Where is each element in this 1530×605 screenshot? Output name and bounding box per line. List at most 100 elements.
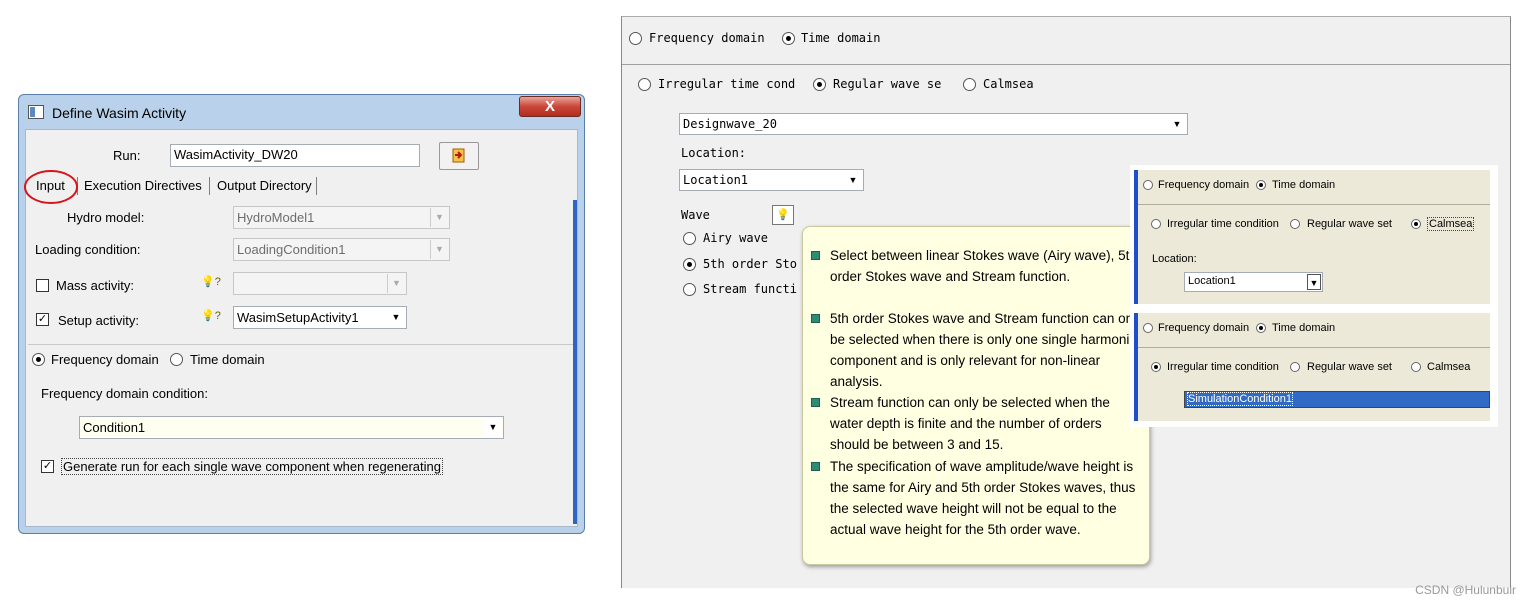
hint-bulb-icon[interactable]: 💡?: [201, 309, 221, 322]
inset1-calmsea-label: Calmsea: [1427, 217, 1475, 231]
wave-set-select[interactable]: Designwave_20 ▼: [679, 113, 1188, 135]
tab-strip: Input Execution Directives Output Direct…: [26, 174, 579, 196]
section-divider: [1138, 347, 1490, 348]
generate-run-label: Generate run for each single wave compon…: [61, 458, 443, 475]
stream-function-label: Stream functi: [703, 282, 797, 296]
tooltip-text: Select between linear Stokes wave (Airy …: [830, 248, 1137, 284]
dialog-title: Define Wasim Activity: [52, 105, 187, 121]
mid-calmsea-radio[interactable]: [963, 78, 976, 91]
inset1-irregular-radio[interactable]: [1151, 219, 1161, 229]
airy-wave-radio[interactable]: [683, 232, 696, 245]
inset1-time-label: Time domain: [1272, 179, 1336, 191]
close-button[interactable]: X: [519, 96, 581, 117]
mid-irregular-label: Irregular time cond: [658, 77, 796, 91]
tooltip-text: Stream function can only be selected whe…: [830, 395, 1110, 452]
inset1-time-radio[interactable]: [1256, 180, 1266, 190]
inset2-calmsea-radio[interactable]: [1411, 362, 1421, 372]
inset2-frequency-label: Frequency domain: [1158, 322, 1250, 334]
inset1-frequency-label: Frequency domain: [1158, 179, 1250, 191]
inset2-time-radio[interactable]: [1256, 323, 1266, 333]
wave-set-value: Designwave_20: [683, 117, 777, 131]
run-label: Run:: [113, 148, 141, 163]
wave-help-tooltip: Select between linear Stokes wave (Airy …: [802, 226, 1150, 565]
run-input[interactable]: WasimActivity_DW20: [170, 144, 420, 167]
tooltip-item: 5th order Stokes wave and Stream functio…: [811, 308, 1145, 392]
mass-activity-checkbox[interactable]: [36, 279, 49, 292]
frequency-domain-radio[interactable]: [32, 353, 45, 366]
inset1-frequency-radio[interactable]: [1143, 180, 1153, 190]
inset2-irregular-radio[interactable]: [1151, 362, 1161, 372]
chevron-down-icon: ▼: [430, 208, 448, 227]
tab-execution-directives[interactable]: Execution Directives: [80, 174, 206, 196]
hint-bulb-icon[interactable]: 💡: [772, 205, 794, 225]
document-arrow-icon: [452, 148, 465, 163]
inset1-regular-label: Regular wave set: [1307, 218, 1392, 230]
tab-separator: [209, 177, 210, 195]
chevron-down-icon: ▼: [430, 240, 448, 259]
app-window-icon: [28, 105, 44, 119]
inset2-regular-radio[interactable]: [1290, 362, 1300, 372]
hydro-model-value: HydroModel1: [237, 210, 315, 225]
bullet-icon: [811, 398, 820, 407]
frequency-domain-label: Frequency domain: [51, 352, 159, 367]
freq-condition-select[interactable]: Condition1 ▼: [79, 416, 504, 439]
setup-activity-checkbox[interactable]: ✓: [36, 313, 49, 326]
stream-function-radio[interactable]: [683, 283, 696, 296]
tooltip-item: The specification of wave amplitude/wave…: [811, 456, 1145, 540]
inset1-regular-radio[interactable]: [1290, 219, 1300, 229]
section-divider: [1138, 204, 1490, 205]
hydro-model-label: Hydro model:: [67, 210, 145, 225]
section-divider: [622, 64, 1510, 65]
location-label: Location:: [681, 146, 747, 160]
tooltip-item: Select between linear Stokes wave (Airy …: [811, 245, 1145, 287]
mid-regular-radio[interactable]: [813, 78, 826, 91]
run-browse-button[interactable]: [439, 142, 479, 170]
airy-wave-label: Airy wave: [703, 231, 769, 245]
generate-run-checkbox[interactable]: ✓: [41, 460, 54, 473]
inset2-calmsea-label: Calmsea: [1427, 361, 1471, 373]
inset1-calmsea-radio[interactable]: [1411, 219, 1421, 229]
inset2-irregular-label: Irregular time condition: [1167, 361, 1279, 373]
mass-activity-select: ▼: [233, 272, 407, 295]
mid-irregular-radio[interactable]: [638, 78, 651, 91]
time-domain-label: Time domain: [190, 352, 265, 367]
tab-separator: [316, 177, 317, 195]
dialog-title-bar[interactable]: Define Wasim Activity X: [19, 95, 584, 129]
watermark: CSDN @Hulunbuir: [1415, 583, 1516, 597]
hint-bulb-icon[interactable]: 💡?: [201, 275, 221, 288]
loading-condition-value: LoadingCondition1: [237, 242, 346, 257]
time-domain-radio[interactable]: [170, 353, 183, 366]
chevron-down-icon: ▼: [484, 418, 502, 437]
tooltip-text: The specification of wave amplitude/wave…: [830, 459, 1136, 537]
highlight-circle-annotation: [24, 170, 78, 204]
loading-condition-label: Loading condition:: [35, 242, 141, 257]
mid-frequency-domain-radio[interactable]: [629, 32, 642, 45]
inset1-irregular-label: Irregular time condition: [1167, 218, 1279, 230]
inset1-location-select[interactable]: Location1 ▼: [1184, 272, 1323, 292]
mid-calmsea-label: Calmsea: [983, 77, 1034, 91]
inset2-frequency-radio[interactable]: [1143, 323, 1153, 333]
chevron-down-icon: ▼: [387, 274, 405, 293]
inset2-time-label: Time domain: [1272, 322, 1336, 334]
inset-calmsea-panel: Frequency domain Time domain Irregular t…: [1134, 170, 1490, 304]
inset1-location-label: Location:: [1152, 253, 1197, 265]
chevron-down-icon: ▼: [844, 171, 862, 190]
setup-activity-value: WasimSetupActivity1: [237, 310, 359, 325]
wave-label: Wave: [681, 208, 710, 222]
inset1-location-value: Location1: [1188, 275, 1236, 287]
location-select[interactable]: Location1 ▼: [679, 169, 864, 191]
tab-output-directory[interactable]: Output Directory: [213, 174, 316, 196]
vertical-scrollbar[interactable]: [573, 200, 577, 524]
chevron-down-icon: ▼: [387, 308, 405, 327]
inset2-simulation-select[interactable]: SimulationCondition1: [1184, 391, 1490, 408]
bullet-icon: [811, 314, 820, 323]
mid-time-domain-radio[interactable]: [782, 32, 795, 45]
fifth-order-radio[interactable]: [683, 258, 696, 271]
mass-activity-label: Mass activity:: [56, 278, 135, 293]
setup-activity-label: Setup activity:: [58, 313, 139, 328]
hydro-model-select: HydroModel1 ▼: [233, 206, 450, 229]
section-divider: [28, 344, 575, 345]
location-value: Location1: [683, 173, 749, 187]
inset-irregular-panel: Frequency domain Time domain Irregular t…: [1134, 313, 1490, 421]
setup-activity-select[interactable]: WasimSetupActivity1 ▼: [233, 306, 407, 329]
